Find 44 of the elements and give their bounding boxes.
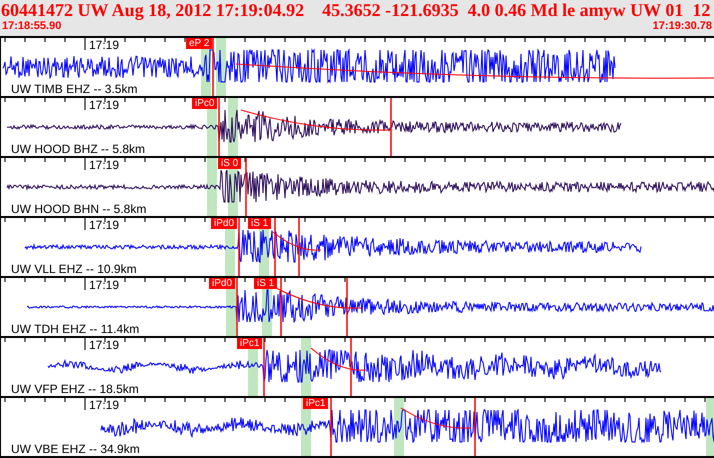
station-label: UW TDH EHZ -- 11.4km (11, 323, 140, 336)
station-label: UW TIMB EHZ -- 3.5km (11, 83, 138, 96)
event-summary: 60441472 UW Aug 18, 2012 17:19:04.92 45.3652 -121.6935 4.0 0.46 Md le amyw UW 01 12 (0, 0, 710, 20)
pick-line (274, 218, 276, 276)
start-time: 17:18:55.90 (2, 20, 62, 33)
pick-flag[interactable]: iPc0 (192, 98, 218, 109)
time-label: 17:19 (89, 39, 120, 52)
pick-line (346, 278, 348, 336)
pick-flag[interactable]: iPc1 (303, 398, 328, 409)
station-label: UW VBE EHZ -- 34.9km (11, 443, 140, 456)
pick-line (236, 278, 238, 336)
pick-line (298, 218, 300, 276)
pick-line (350, 338, 352, 396)
pick-line (390, 98, 392, 156)
pick-line (245, 158, 247, 216)
pick-flag[interactable]: eP 2 (186, 38, 212, 49)
time-label: 17:19 (89, 159, 120, 172)
pick-window-band (207, 158, 217, 216)
pick-flag[interactable]: iPd0 (211, 218, 238, 229)
pick-line (330, 398, 332, 456)
time-label: 17:19 (89, 339, 120, 352)
end-time: 17:19:30.78 (652, 20, 712, 33)
coda-curve (400, 408, 472, 429)
pick-line (280, 278, 282, 336)
pick-line (263, 338, 265, 396)
pick-line (238, 218, 240, 276)
time-label: 17:19 (89, 99, 120, 112)
time-label: 17:19 (89, 279, 120, 292)
time-label: 17:19 (89, 399, 120, 412)
pick-flag[interactable]: iS 1 (254, 278, 278, 289)
pick-line (474, 398, 476, 456)
station-label: UW VFP EHZ -- 18.5km (11, 383, 139, 396)
pick-flag[interactable]: iPc1 (237, 338, 262, 349)
pick-flag[interactable]: iS 0 (218, 158, 242, 169)
station-label: UW HOOD BHZ -- 5.8km (11, 143, 145, 156)
station-label: UW HOOD BHN -- 5.8km (11, 203, 146, 216)
pick-flag[interactable]: iPd0 (209, 278, 236, 289)
coda-curve (310, 348, 366, 371)
pick-line (218, 98, 220, 156)
pick-flag[interactable]: iS 1 (248, 218, 272, 229)
coda-curve (272, 232, 322, 251)
station-label: UW VLL EHZ -- 10.9km (11, 263, 137, 276)
time-label: 17:19 (89, 219, 120, 232)
pick-line (212, 38, 214, 96)
